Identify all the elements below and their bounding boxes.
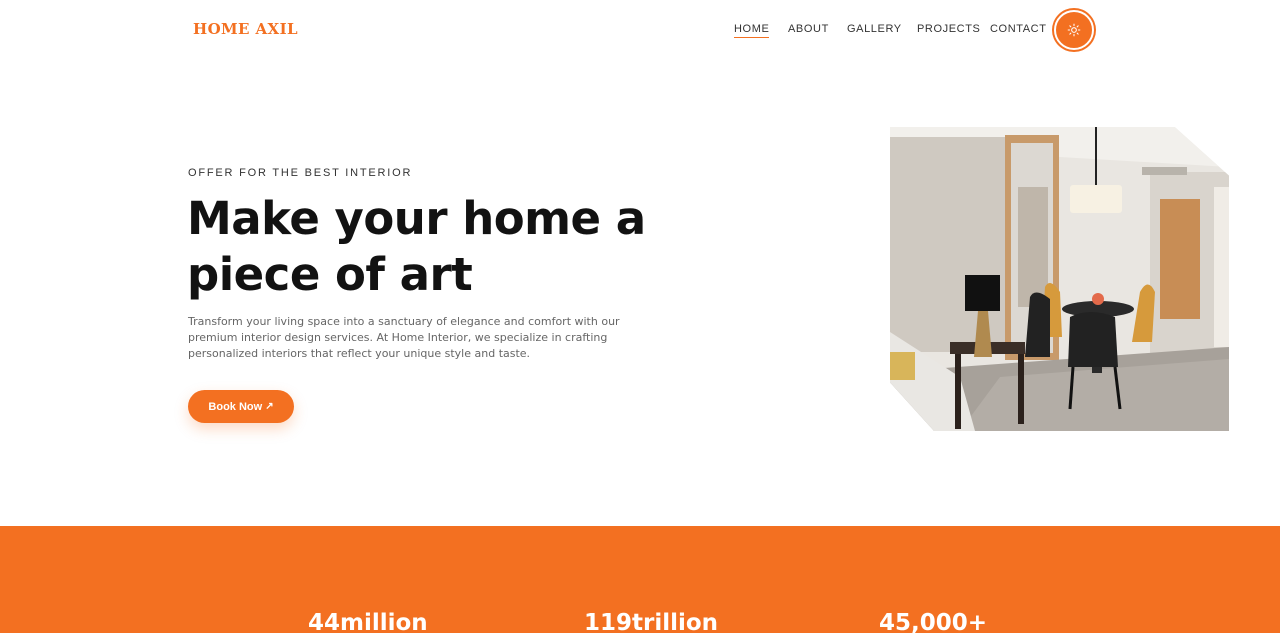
nav-item-projects[interactable]: PROJECTS — [917, 23, 980, 35]
interior-dining-room-image — [890, 127, 1229, 431]
stat-value: 45,000+ — [879, 610, 988, 636]
nav-item-gallery[interactable]: GALLERY — [847, 23, 902, 35]
hero-eyebrow: OFFER FOR THE BEST INTERIOR — [188, 167, 413, 179]
nav-item-home[interactable]: HOME — [734, 23, 770, 38]
nav-item-about[interactable]: ABOUT — [788, 23, 829, 35]
stat-value: 44million — [308, 610, 428, 636]
book-now-label: Book Now — [208, 400, 263, 413]
hero-description: Transform your living space into a sanct… — [188, 315, 620, 360]
arrow-up-right-icon: ↗ — [265, 401, 274, 412]
theme-toggle-button[interactable] — [1054, 10, 1094, 50]
stat-value: 119trillion — [584, 610, 719, 636]
book-now-button[interactable]: Book Now ↗ — [188, 390, 294, 423]
site-header: HOME AXIL HOME ABOUT GALLERY PROJECTS CO… — [0, 0, 1280, 60]
hero-title: Make your home a piece of art — [187, 192, 646, 301]
sun-icon — [1067, 23, 1081, 37]
stats-band: 44million 119trillion 45,000+ — [0, 526, 1280, 636]
nav-item-contact[interactable]: CONTACT — [990, 23, 1047, 35]
